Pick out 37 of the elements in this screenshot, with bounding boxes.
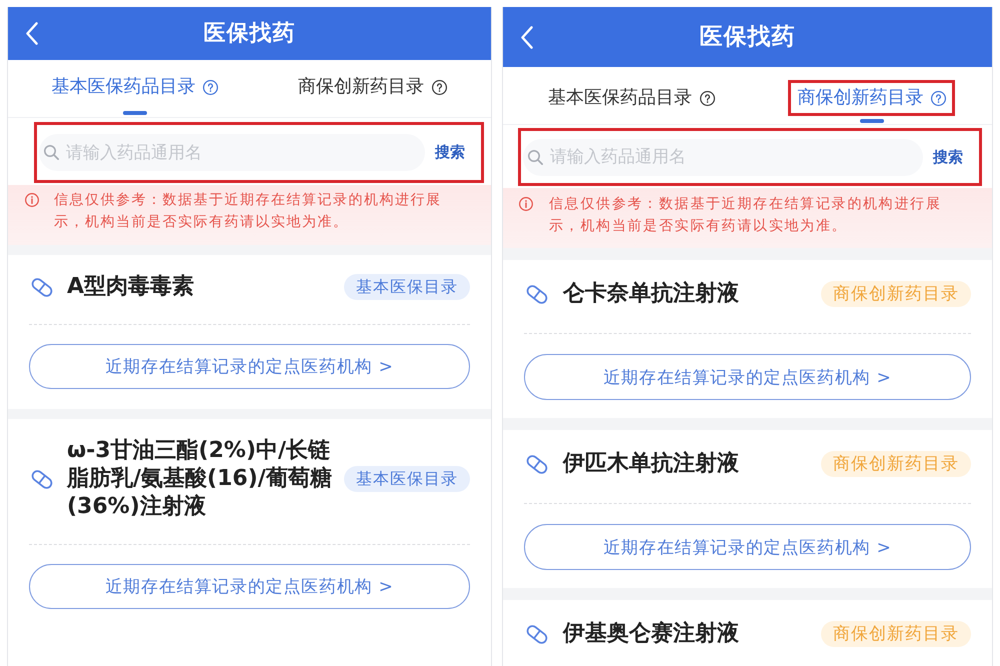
drug-name: 仑卡奈单抗注射液 (563, 280, 740, 308)
tab[interactable]: 基本医保药品目录 (538, 80, 724, 116)
capsule-icon (524, 282, 550, 306)
header-title: 医保找药 (204, 20, 296, 48)
chevron-left-icon[interactable] (521, 26, 533, 48)
header-title: 医保找药 (700, 23, 796, 52)
institutions-button[interactable]: 近期存在结算记录的定点医药机构 > (524, 524, 971, 570)
tab[interactable]: 商保创新药目录 (788, 80, 956, 116)
capsule-icon (524, 452, 550, 476)
drug-name: ω-3甘油三酯(2%)中/长链脂肪乳/氨基酸(16)/葡萄糖(36%)注射液 (67, 437, 333, 521)
notice-text: 信息仅供参考：数据基于近期存在结算记录的机构进行展示，机构当前是否实际有药请以实地为准。 (54, 191, 442, 232)
search-button[interactable]: 搜索 (931, 144, 965, 170)
search-icon (44, 145, 59, 160)
tab[interactable]: 商保创新药目录 (288, 69, 456, 105)
search-icon (528, 150, 543, 164)
notice-text: 信息仅供参考：数据基于近期存在结算记录的机构进行展示，机构当前是否实际有药请以实地为准。 (549, 195, 942, 236)
drug-name: 伊匹木单抗注射液 (563, 450, 740, 478)
capsule-icon (524, 622, 550, 646)
catalog-tag: 基本医保目录 (344, 274, 470, 300)
institutions-button[interactable]: 近期存在结算记录的定点医药机构 > (29, 344, 470, 389)
drug-name: A型肉毒毒素 (67, 273, 196, 301)
search-button[interactable]: 搜索 (433, 139, 467, 166)
tab[interactable]: 基本医保药品目录 (42, 69, 228, 105)
drug-name: 伊基奥仑赛注射液 (563, 620, 740, 648)
institutions-button[interactable]: 近期存在结算记录的定点医药机构 > (524, 354, 971, 400)
catalog-tag: 商保创新药目录 (821, 621, 971, 647)
capsule-icon (29, 276, 55, 298)
catalog-tag: 基本医保目录 (344, 466, 470, 492)
question-circle-icon[interactable] (432, 80, 447, 94)
catalog-tag: 商保创新药目录 (821, 281, 971, 307)
chevron-left-icon[interactable] (26, 22, 38, 45)
catalog-tag: 商保创新药目录 (821, 451, 971, 477)
info-circle-icon (25, 193, 39, 207)
info-circle-icon (519, 197, 533, 211)
institutions-button[interactable]: 近期存在结算记录的定点医药机构 > (29, 564, 470, 609)
capsule-icon (29, 468, 55, 490)
question-circle-icon[interactable] (700, 90, 715, 106)
